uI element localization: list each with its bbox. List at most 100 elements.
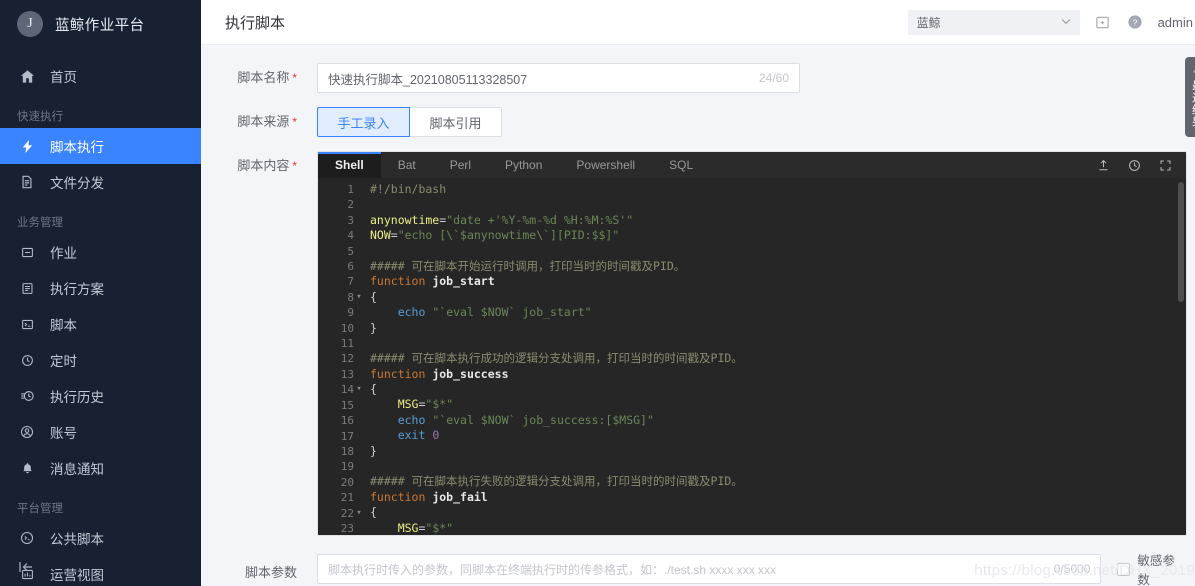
script-name-value: 快速执行脚本_20210805113328507 [328,72,528,87]
editor-tools [1097,152,1186,178]
code-line: exit 0 [397,428,440,443]
sidebar-item-task[interactable]: 作业 [0,234,201,270]
code-line: anynowtime="date +'%Y-%m-%d %H:%M:%S'" [370,212,634,227]
script-source-label: 脚本来源 * [221,107,297,130]
code-line: { [370,382,377,397]
code-line: echo "`eval $NOW` job_start" [397,305,592,320]
brand-logo-icon: J [17,11,43,37]
tab-bat[interactable]: Bat [381,152,433,178]
sidebar-item-public-script[interactable]: 公共脚本 [0,520,201,556]
sidebar-group-business: 业务管理 作业 执行方案 脚本 定时 执行历史 账号 消息通知 [0,200,201,486]
code-line: function job_fail [370,489,488,504]
script-source-row: 脚本来源 * 手工录入 脚本引用 [221,107,1187,137]
tab-perl[interactable]: Perl [433,152,488,178]
fold-toggle[interactable]: ▾ [354,506,364,521]
chevron-down-icon [1061,17,1071,28]
line-number: 6 [347,260,354,274]
fold-toggle[interactable]: ▾ [354,290,364,305]
required-mark: * [292,71,297,85]
fold-markers: ▾ ▾ ▾ [354,178,364,535]
tab-sql[interactable]: SQL [652,152,710,178]
line-number: 18 [340,444,354,458]
sidebar-group-label: 业务管理 [17,217,63,229]
sidebar-item-account[interactable]: 账号 [0,414,201,450]
brand-title: 蓝鲸作业平台 [55,17,145,34]
help-icon[interactable]: ? [1126,13,1144,31]
tab-python[interactable]: Python [488,152,559,178]
sidebar-item-label: 账号 [50,426,77,441]
radio-script-reference[interactable]: 脚本引用 [409,107,502,137]
fullscreen-icon[interactable] [1159,159,1172,172]
app-switch-icon[interactable] [1094,13,1112,31]
code-line: } [370,320,377,335]
code-line: { [370,505,377,520]
script-name-input[interactable]: 快速执行脚本_20210805113328507 24/60 [317,63,800,93]
code-editor: Shell Bat Perl Python Powershell SQL 1 2… [317,151,1187,536]
required-mark: * [292,159,297,173]
sidebar-item-file-transfer[interactable]: 文件分发 [0,164,201,200]
upload-icon[interactable] [1097,159,1110,172]
label-text: 脚本来源 [237,114,290,129]
business-select[interactable]: 蓝鲸 [907,9,1080,35]
tab-shell[interactable]: Shell [318,152,381,178]
sidebar-item-notification[interactable]: 消息通知 [0,450,201,486]
form-content: 脚本名称 * 快速执行脚本_20210805113328507 24/60 脚本来… [201,45,1195,586]
sidebar-item-schedule[interactable]: 定时 [0,342,201,378]
user-menu[interactable]: admin [1158,15,1193,30]
task-icon [19,244,35,260]
history-icon [19,388,35,404]
history-clock-icon[interactable] [1128,159,1141,172]
sidebar-item-plan[interactable]: 执行方案 [0,270,201,306]
sidebar-item-label: 文件分发 [50,176,104,191]
script-content-label: 脚本内容 * [221,151,297,174]
script-name-counter: 24/60 [758,71,789,85]
line-number: 5 [347,244,354,258]
line-number: 10 [340,321,354,335]
recent-results-tab[interactable]: « 最近结果 [1185,57,1195,137]
sidebar-group-label: 平台管理 [17,503,63,515]
bell-icon [19,460,35,476]
editor-scrollbar[interactable] [1178,182,1184,302]
sidebar-item-label: 运营视图 [50,568,104,583]
line-number: 8 [347,290,354,304]
script-params-label: 脚本参数 [244,564,297,580]
sidebar-item-label: 脚本 [50,318,77,333]
line-number: 22 [340,506,354,520]
recent-results-label: 最近结果 [1190,79,1195,128]
fold-toggle[interactable]: ▾ [354,382,364,397]
sidebar-item-label: 执行方案 [50,282,104,297]
sidebar-item-home[interactable]: 首页 [0,58,201,94]
line-number: 1 [347,183,354,196]
tab-powershell[interactable]: Powershell [559,152,652,178]
line-number: 12 [340,352,354,366]
code-line: NOW="echo [\`$anynowtime\`][PID:$$]" [370,228,620,243]
collapse-left-icon [19,562,32,572]
code-line: MSG="$*" [397,520,454,535]
code-line: } [370,443,377,458]
sidebar-item-script[interactable]: 脚本 [0,306,201,342]
line-number: 17 [340,429,354,443]
clock-icon [19,352,35,368]
sidebar-item-script-execute[interactable]: 脚本执行 [0,128,201,164]
radio-manual-input[interactable]: 手工录入 [317,107,410,137]
line-number: 11 [340,337,354,351]
sidebar-item-label: 消息通知 [50,462,104,477]
sidebar-collapse-button[interactable] [18,560,34,574]
sidebar-group-label: 快速执行 [17,111,63,123]
sidebar-item-history[interactable]: 执行历史 [0,378,201,414]
line-number: 14 [340,383,354,397]
code-content[interactable]: 1234567891011121314151617181920212223242… [318,178,1186,535]
file-icon [19,174,35,190]
code-line: function job_start [370,274,495,289]
